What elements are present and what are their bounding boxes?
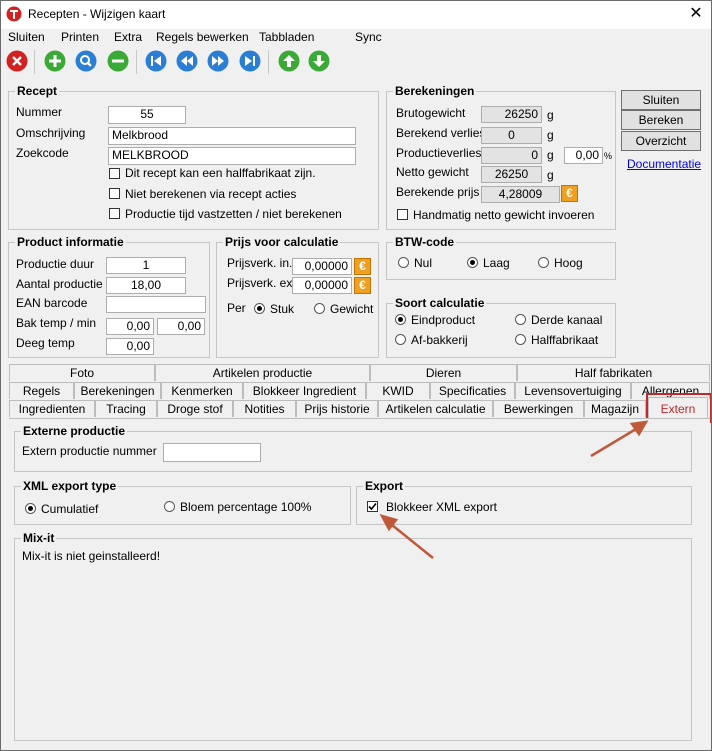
recepten-window: Recepten - Wijzigen kaart ✕ Sluiten Prin… — [0, 0, 712, 751]
annotation-arrows-icon — [379, 420, 649, 559]
